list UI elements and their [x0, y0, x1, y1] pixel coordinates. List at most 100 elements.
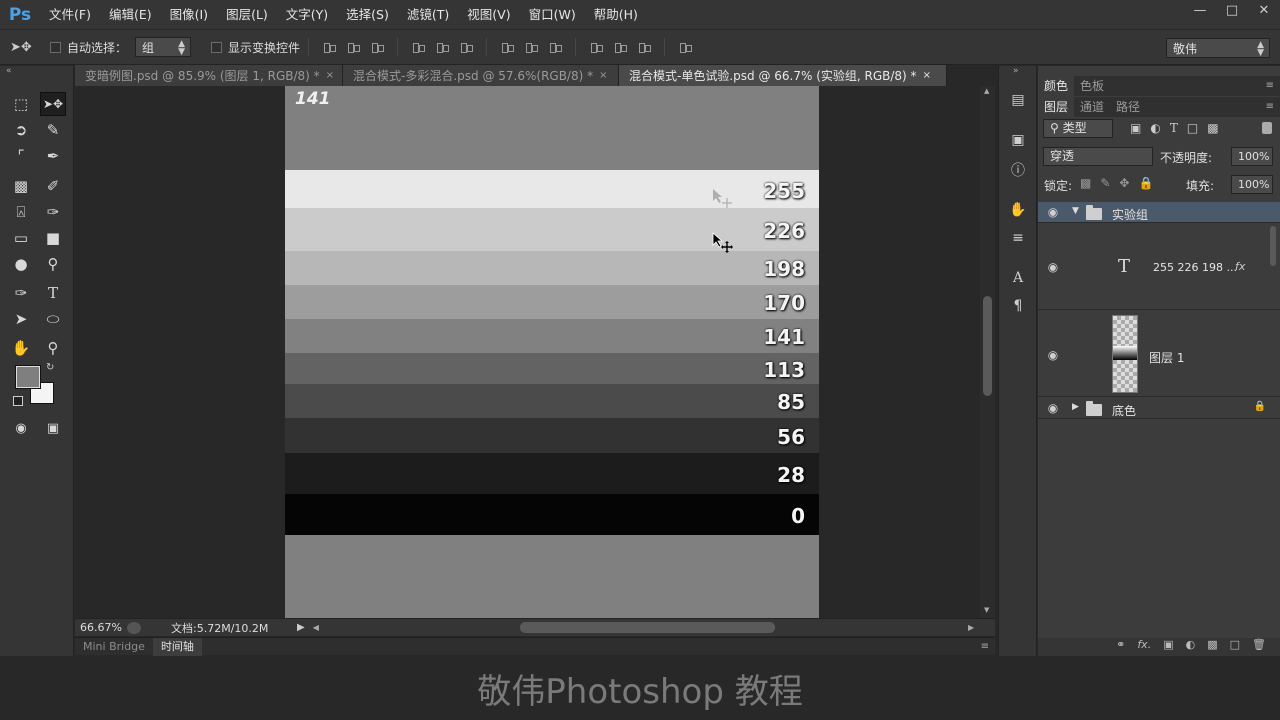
scroll-right-icon[interactable]: ▶	[968, 623, 974, 632]
maximize-icon[interactable]: □	[1216, 0, 1248, 20]
align-vcenter-icon[interactable]	[346, 40, 361, 54]
minimize-icon[interactable]: —	[1184, 0, 1216, 20]
lock-pixels-icon[interactable]: ✎	[1100, 176, 1110, 190]
layer-row-group-selected[interactable]: ◉ ▼ 实验组	[1038, 202, 1280, 223]
eyedropper-tool-icon[interactable]: ✒	[40, 144, 66, 168]
menu-layer[interactable]: 图层(L)	[217, 0, 277, 29]
distribute-left-icon[interactable]	[589, 40, 604, 54]
tab-channels[interactable]: 通道	[1074, 97, 1110, 117]
new-layer-icon[interactable]: □	[1230, 638, 1240, 656]
paragraph-panel-icon[interactable]: ¶	[1008, 296, 1028, 316]
visibility-eye-icon[interactable]: ◉	[1046, 348, 1060, 362]
link-layers-icon[interactable]: ⚭	[1116, 638, 1125, 656]
type-tool-icon[interactable]: T	[40, 281, 66, 305]
brush-panel-icon[interactable]: ✋	[1008, 200, 1028, 220]
filter-type-icon[interactable]: T	[1170, 121, 1178, 135]
tab-color[interactable]: 颜色	[1038, 76, 1075, 96]
layer-name[interactable]: 255 226 198 ...	[1153, 261, 1237, 274]
tab-close-icon[interactable]: ×	[599, 70, 607, 81]
brush-tool-icon[interactable]: ✐	[40, 174, 66, 198]
menu-view[interactable]: 视图(V)	[458, 0, 519, 29]
distribute-hcenter-icon[interactable]	[613, 40, 628, 54]
auto-align-icon[interactable]	[678, 40, 693, 54]
adjustments-panel-icon[interactable]: ≡	[1008, 228, 1028, 248]
auto-select-dropdown[interactable]: 组 ▲ ▼	[135, 37, 192, 57]
menu-filter[interactable]: 滤镜(T)	[398, 0, 458, 29]
layer-name[interactable]: 图层 1	[1149, 349, 1184, 366]
dodge-tool-icon[interactable]: ⚲	[40, 252, 66, 276]
visibility-eye-icon[interactable]: ◉	[1046, 205, 1060, 219]
character-panel-icon[interactable]: A	[1008, 268, 1028, 288]
layer-filter-dropdown[interactable]: ⚲ 类型	[1043, 119, 1113, 138]
screen-mode-icon[interactable]: ▣	[40, 416, 66, 440]
align-top-icon[interactable]	[322, 40, 337, 54]
filter-toggle[interactable]	[1262, 122, 1272, 134]
fill-input[interactable]: 100%	[1231, 175, 1273, 194]
document-canvas[interactable]: 141 255 226 198 170 141 113 85 56 28 0	[285, 86, 819, 618]
align-right-icon[interactable]	[459, 40, 474, 54]
expand-icon[interactable]: »	[1013, 66, 1019, 76]
tab-close-icon[interactable]: ×	[326, 70, 334, 81]
align-bottom-icon[interactable]	[370, 40, 385, 54]
expand-triangle-icon[interactable]: ▼	[1072, 206, 1079, 216]
info-panel-icon[interactable]: ⓘ	[1008, 160, 1028, 180]
properties-panel-icon[interactable]: ▣	[1008, 130, 1028, 150]
scroll-down-icon[interactable]: ▼	[984, 606, 989, 614]
layer-row-pixel[interactable]: ◉ 图层 1	[1038, 311, 1280, 397]
layer-name[interactable]: 实验组	[1112, 206, 1148, 223]
menu-help[interactable]: 帮助(H)	[585, 0, 647, 29]
quick-mask-icon[interactable]: ◉	[8, 416, 34, 440]
panel-menu-icon[interactable]: ≡	[981, 641, 989, 652]
lasso-tool-icon[interactable]: ➲	[8, 118, 34, 142]
layer-row-text[interactable]: ◉ T 255 226 198 ... fx	[1038, 224, 1280, 310]
menu-file[interactable]: 文件(F)	[40, 0, 100, 29]
new-group-icon[interactable]: ▩	[1207, 638, 1217, 656]
status-info-icon[interactable]	[127, 621, 141, 634]
menu-type[interactable]: 文字(Y)	[277, 0, 337, 29]
distribute-vcenter-icon[interactable]	[524, 40, 539, 54]
status-menu-icon[interactable]: ▶	[297, 622, 305, 633]
distribute-right-icon[interactable]	[637, 40, 652, 54]
expand-triangle-icon[interactable]: ▶	[1072, 402, 1079, 412]
menu-select[interactable]: 选择(S)	[337, 0, 398, 29]
scroll-up-icon[interactable]: ▲	[984, 87, 989, 95]
align-left-icon[interactable]	[411, 40, 426, 54]
tab-document-1[interactable]: 变暗例图.psd @ 85.9% (图层 1, RGB/8) * ×	[75, 65, 343, 86]
swap-colors-icon[interactable]: ↻	[46, 362, 54, 373]
opacity-input[interactable]: 100%	[1231, 147, 1273, 166]
zoom-level[interactable]: 66.67%	[75, 621, 127, 634]
horizontal-scroll-thumb[interactable]	[520, 622, 775, 633]
menu-image[interactable]: 图像(I)	[161, 0, 217, 29]
canvas-workspace[interactable]: 141 255 226 198 170 141 113 85 56 28 0	[75, 86, 980, 618]
clone-stamp-tool-icon[interactable]: ⍓	[8, 200, 34, 224]
tab-swatches[interactable]: 色板	[1074, 76, 1110, 96]
pen-tool-icon[interactable]: ✑	[8, 281, 34, 305]
gradient-tool-icon[interactable]: ■	[40, 226, 66, 250]
quick-select-tool-icon[interactable]: ✎	[40, 118, 66, 142]
crop-tool-icon[interactable]: ⌜	[8, 144, 34, 168]
filter-smart-object-icon[interactable]: ▩	[1207, 121, 1218, 135]
tab-document-3[interactable]: 混合模式-单色试验.psd @ 66.7% (实验组, RGB/8) * ×	[619, 65, 947, 86]
panel-menu-icon[interactable]: ≡	[1266, 80, 1274, 91]
filter-pixel-icon[interactable]: ▣	[1130, 121, 1141, 135]
auto-select-checkbox[interactable]	[50, 41, 61, 53]
add-mask-icon[interactable]: ▣	[1163, 638, 1173, 656]
eraser-tool-icon[interactable]: ▭	[8, 226, 34, 250]
move-tool-icon[interactable]: ➤✥	[40, 92, 66, 116]
layer-scrollbar[interactable]	[1270, 226, 1276, 266]
tab-close-icon[interactable]: ×	[923, 70, 931, 81]
menu-window[interactable]: 窗口(W)	[520, 0, 585, 29]
move-tool-preset-icon[interactable]: ➤✥	[10, 40, 50, 55]
panel-menu-icon[interactable]: ≡	[1266, 101, 1274, 112]
lock-transparent-icon[interactable]: ▩	[1080, 176, 1091, 190]
marquee-tool-icon[interactable]: ⬚	[8, 92, 34, 116]
tab-layers[interactable]: 图层	[1038, 97, 1075, 117]
align-hcenter-icon[interactable]	[435, 40, 450, 54]
visibility-eye-icon[interactable]: ◉	[1046, 260, 1060, 274]
visibility-eye-icon[interactable]: ◉	[1046, 401, 1060, 415]
default-colors-icon[interactable]	[13, 396, 23, 406]
tab-mini-bridge[interactable]: Mini Bridge	[75, 638, 153, 656]
ellipse-tool-icon[interactable]: ⬭	[40, 307, 66, 331]
delete-layer-icon[interactable]: 🗑	[1252, 638, 1266, 656]
vertical-scrollbar[interactable]: ▲ ▼	[980, 86, 995, 618]
